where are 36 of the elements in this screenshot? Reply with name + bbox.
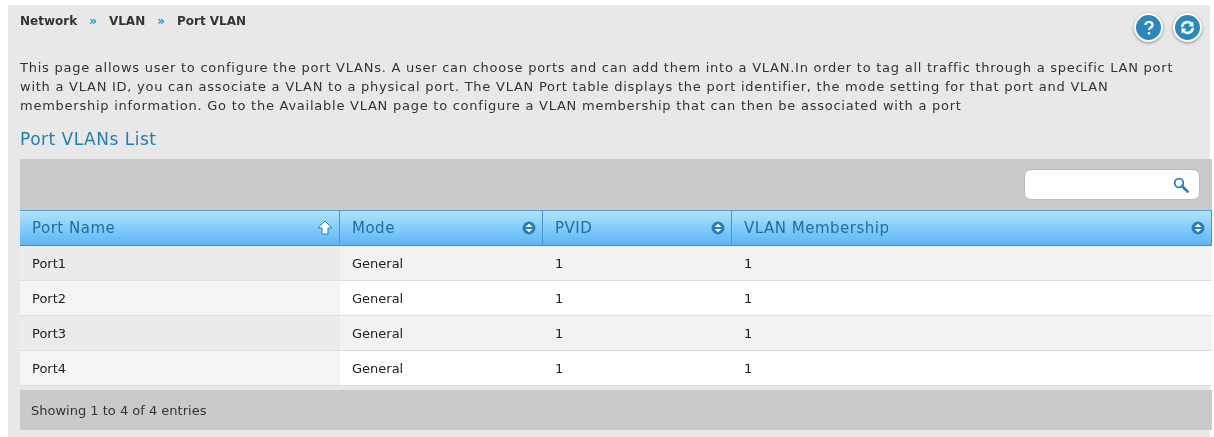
table-cell: Port2 (20, 281, 340, 316)
table-cell: General (340, 316, 543, 351)
section-title: Port VLANs List (20, 129, 158, 149)
search-icon (1173, 176, 1189, 193)
breadcrumb-item[interactable]: VLAN (108, 14, 146, 28)
table-cell: 1 (732, 281, 1212, 316)
table-cell: General (340, 246, 543, 281)
sort-icon (522, 221, 536, 235)
table-cell: 1 (732, 246, 1212, 281)
table-cell: Port4 (20, 351, 340, 386)
entries-info: Showing 1 to 4 of 4 entries (31, 402, 207, 418)
table-cell: 1 (543, 246, 732, 281)
breadcrumb-separator: » (157, 14, 165, 28)
help-button[interactable] (1134, 13, 1163, 42)
refresh-icon (1180, 20, 1195, 35)
sort-ascending-icon (317, 220, 333, 236)
table-cell: General (340, 351, 543, 386)
help-icon (1143, 20, 1154, 35)
search-field[interactable] (1024, 169, 1200, 200)
sort-icon (1191, 221, 1205, 235)
description-text: This page allows user to configure the port VLANs. A user can choose ports and can add them into a VLAN.In order to tag all traffic through a specific LAN port with a VLAN ID, you can associate a VLAN to a physical port. The VLAN Port table displays the port identifier, the mode setting for that port and VLAN membership information. Go to the Available VLAN page to configure a VLAN membership that can then be associated with a port (20, 59, 1175, 115)
table-cell: 1 (543, 316, 732, 351)
breadcrumb-item: Port VLAN (176, 14, 247, 28)
table-cell: General (340, 281, 543, 316)
breadcrumb-item[interactable]: Network (20, 14, 78, 28)
table-cell: 1 (543, 281, 732, 316)
column-header[interactable]: Mode (340, 210, 543, 246)
table-cell: 1 (732, 351, 1212, 386)
column-header[interactable]: VLAN Membership (732, 210, 1212, 246)
breadcrumb-separator: » (89, 14, 97, 28)
table-cell: 1 (732, 316, 1212, 351)
column-header[interactable]: Port Name (20, 210, 340, 246)
table-cell: 1 (543, 351, 732, 386)
column-header[interactable]: PVID (543, 210, 732, 246)
sort-icon (711, 221, 725, 235)
refresh-button[interactable] (1173, 13, 1202, 42)
